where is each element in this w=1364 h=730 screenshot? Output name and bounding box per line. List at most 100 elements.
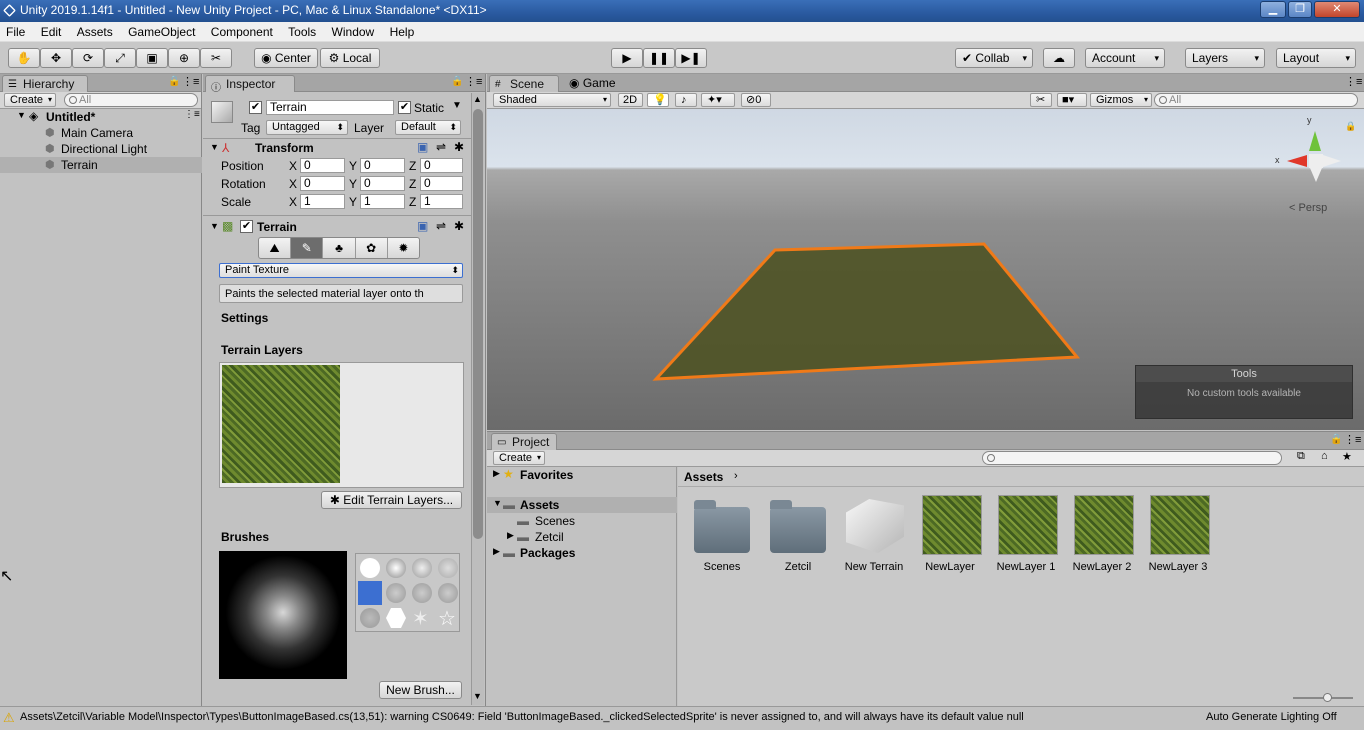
scale-y-field[interactable]: 1	[360, 194, 405, 209]
paint-brush-icon[interactable]: ✎	[291, 238, 324, 258]
gear-icon[interactable]: ✱	[454, 140, 464, 154]
tools-toggle-icon[interactable]: ✂	[1030, 93, 1052, 107]
asset-item[interactable]: NewLayer 3	[1140, 495, 1216, 575]
tab-project[interactable]: ▭ Project	[491, 433, 557, 450]
asset-item[interactable]: NewLayer 1	[988, 495, 1064, 575]
lock-icon[interactable]: 🔒	[451, 76, 463, 87]
brush-option[interactable]	[360, 558, 380, 578]
close-button[interactable]: ✕	[1314, 1, 1360, 18]
brush-option[interactable]	[386, 558, 406, 578]
step-button[interactable]: ▶❚	[675, 48, 707, 68]
panel-menu-icon[interactable]: ⋮≡	[1344, 433, 1361, 446]
position-x-field[interactable]: 0	[300, 158, 345, 173]
inspector-scrollbar[interactable]: ▲ ▼	[471, 93, 484, 705]
x-axis-cone-icon[interactable]	[1287, 155, 1307, 167]
center-cube-icon[interactable]	[1309, 154, 1323, 168]
camera-dropdown-icon[interactable]: ■▾	[1057, 93, 1087, 107]
scroll-up-icon[interactable]: ▲	[473, 94, 482, 104]
help-icon[interactable]: ▣	[417, 219, 428, 233]
expand-arrow-icon[interactable]: ▶	[493, 468, 500, 479]
rotation-y-field[interactable]: 0	[360, 176, 405, 191]
tab-inspector[interactable]: ⓘ Inspector	[205, 75, 295, 94]
effects-dropdown-icon[interactable]: ✦▾	[701, 93, 735, 107]
menu-file[interactable]: File	[0, 22, 31, 39]
brush-option[interactable]	[412, 583, 432, 603]
expand-arrow-icon[interactable]: ▼	[493, 498, 502, 508]
tab-hierarchy[interactable]: ☰ Hierarchy	[2, 75, 88, 92]
orientation-gizmo[interactable]: y x	[1275, 115, 1341, 189]
rotate-tool-icon[interactable]: ⟳	[72, 48, 104, 68]
gizmo-lock-icon[interactable]: 🔒	[1345, 121, 1356, 132]
menu-tools[interactable]: Tools	[282, 22, 322, 39]
presets-icon[interactable]: ⇌	[436, 140, 446, 154]
scene-viewport[interactable]: y x 🔒 < Persp Tools No custom tools avai…	[487, 109, 1364, 430]
rotation-x-field[interactable]: 0	[300, 176, 345, 191]
persp-label[interactable]: < Persp	[1289, 202, 1327, 214]
menu-gameobject[interactable]: GameObject	[122, 22, 201, 39]
panel-menu-icon[interactable]: ⋮≡	[1345, 75, 1362, 88]
y-axis-cone-icon[interactable]	[1309, 131, 1321, 151]
tree-item-packages[interactable]: ▶ ▬ Packages	[487, 545, 677, 561]
tree-item-scenes[interactable]: ▬ Scenes	[487, 513, 677, 529]
terrain-settings-icon[interactable]: ✹	[388, 238, 419, 258]
scale-x-field[interactable]: 1	[300, 194, 345, 209]
brush-option[interactable]	[386, 583, 406, 603]
layers-dropdown[interactable]: Layers	[1185, 48, 1265, 68]
foldout-arrow-icon[interactable]: ▼	[210, 142, 219, 152]
foldout-arrow-icon[interactable]: ▼	[210, 221, 219, 231]
tree-item-assets-selected[interactable]: ▼ ▬ Assets	[487, 497, 677, 513]
expand-arrow-icon[interactable]: ▶	[507, 530, 514, 541]
asset-item[interactable]: New Terrain	[836, 495, 912, 575]
lighting-toggle-icon[interactable]: 💡	[647, 93, 669, 107]
position-y-field[interactable]: 0	[360, 158, 405, 173]
raise-terrain-icon[interactable]: ⛰	[259, 238, 292, 258]
asset-item[interactable]: NewLayer 2	[1064, 495, 1140, 575]
account-dropdown[interactable]: Account	[1085, 48, 1165, 68]
hierarchy-search-input[interactable]: All	[64, 93, 198, 107]
rotation-z-field[interactable]: 0	[420, 176, 463, 191]
tab-scene[interactable]: # Scene	[489, 75, 559, 92]
scroll-down-icon[interactable]: ▼	[473, 691, 482, 701]
hierarchy-item[interactable]: ⬢ Directional Light	[0, 141, 202, 157]
expand-arrow-icon[interactable]: ▶	[493, 546, 500, 557]
transform-tool-icon[interactable]: ⊕	[168, 48, 200, 68]
audio-toggle-icon[interactable]: ♪	[675, 93, 697, 107]
tree-item-favorites[interactable]: ▶ ★ Favorites	[487, 467, 677, 483]
expand-arrow-icon[interactable]: ▼	[17, 110, 26, 120]
gear-icon[interactable]: ✱	[454, 219, 464, 233]
hand-tool-icon[interactable]: ✋	[8, 48, 40, 68]
breadcrumb-assets[interactable]: Assets	[684, 470, 723, 484]
layer-dropdown[interactable]: Default	[395, 120, 461, 135]
brush-option[interactable]: ☆	[438, 606, 456, 631]
brush-option[interactable]	[438, 583, 458, 603]
cloud-button[interactable]: ☁	[1043, 48, 1075, 68]
filter-type-icon[interactable]: ⧉	[1297, 450, 1305, 463]
asset-item[interactable]: NewLayer	[912, 495, 988, 575]
menu-assets[interactable]: Assets	[71, 22, 119, 39]
filter-label-icon[interactable]: ⌂	[1321, 450, 1328, 462]
neg-y-cone-icon[interactable]	[1310, 168, 1322, 182]
tag-dropdown[interactable]: Untagged	[266, 120, 348, 135]
collab-dropdown[interactable]: ✔ Collab	[955, 48, 1033, 68]
pivot-space-button[interactable]: ⚙ Local	[320, 48, 380, 68]
scrollbar-thumb[interactable]	[473, 109, 483, 539]
terrain-tool-dropdown[interactable]: Paint Texture	[219, 263, 463, 278]
scale-tool-icon[interactable]: ⤢	[104, 48, 136, 68]
lock-icon[interactable]: 🔒	[1330, 434, 1342, 445]
lock-icon[interactable]: 🔒	[168, 76, 180, 87]
hierarchy-item-selected[interactable]: ⬢ Terrain	[0, 157, 202, 173]
hidden-objects-toggle[interactable]: ⊘0	[741, 93, 771, 107]
menu-window[interactable]: Window	[326, 22, 381, 39]
brush-option-selected[interactable]	[358, 581, 382, 605]
z-axis-cone-icon[interactable]	[1323, 155, 1341, 167]
help-icon[interactable]: ▣	[417, 140, 428, 154]
scene-menu-icon[interactable]: ⋮≡	[184, 109, 200, 120]
position-z-field[interactable]: 0	[420, 158, 463, 173]
hierarchy-create-dropdown[interactable]: Create ▾	[4, 93, 56, 107]
paint-trees-icon[interactable]: ♣	[323, 238, 356, 258]
paint-details-icon[interactable]: ✿	[356, 238, 388, 258]
terrain-enabled-checkbox[interactable]: ✔	[240, 220, 253, 233]
menu-help[interactable]: Help	[384, 22, 421, 39]
menu-edit[interactable]: Edit	[35, 22, 68, 39]
scene-row[interactable]: ▼ ◈ Untitled* ⋮≡	[0, 109, 202, 125]
